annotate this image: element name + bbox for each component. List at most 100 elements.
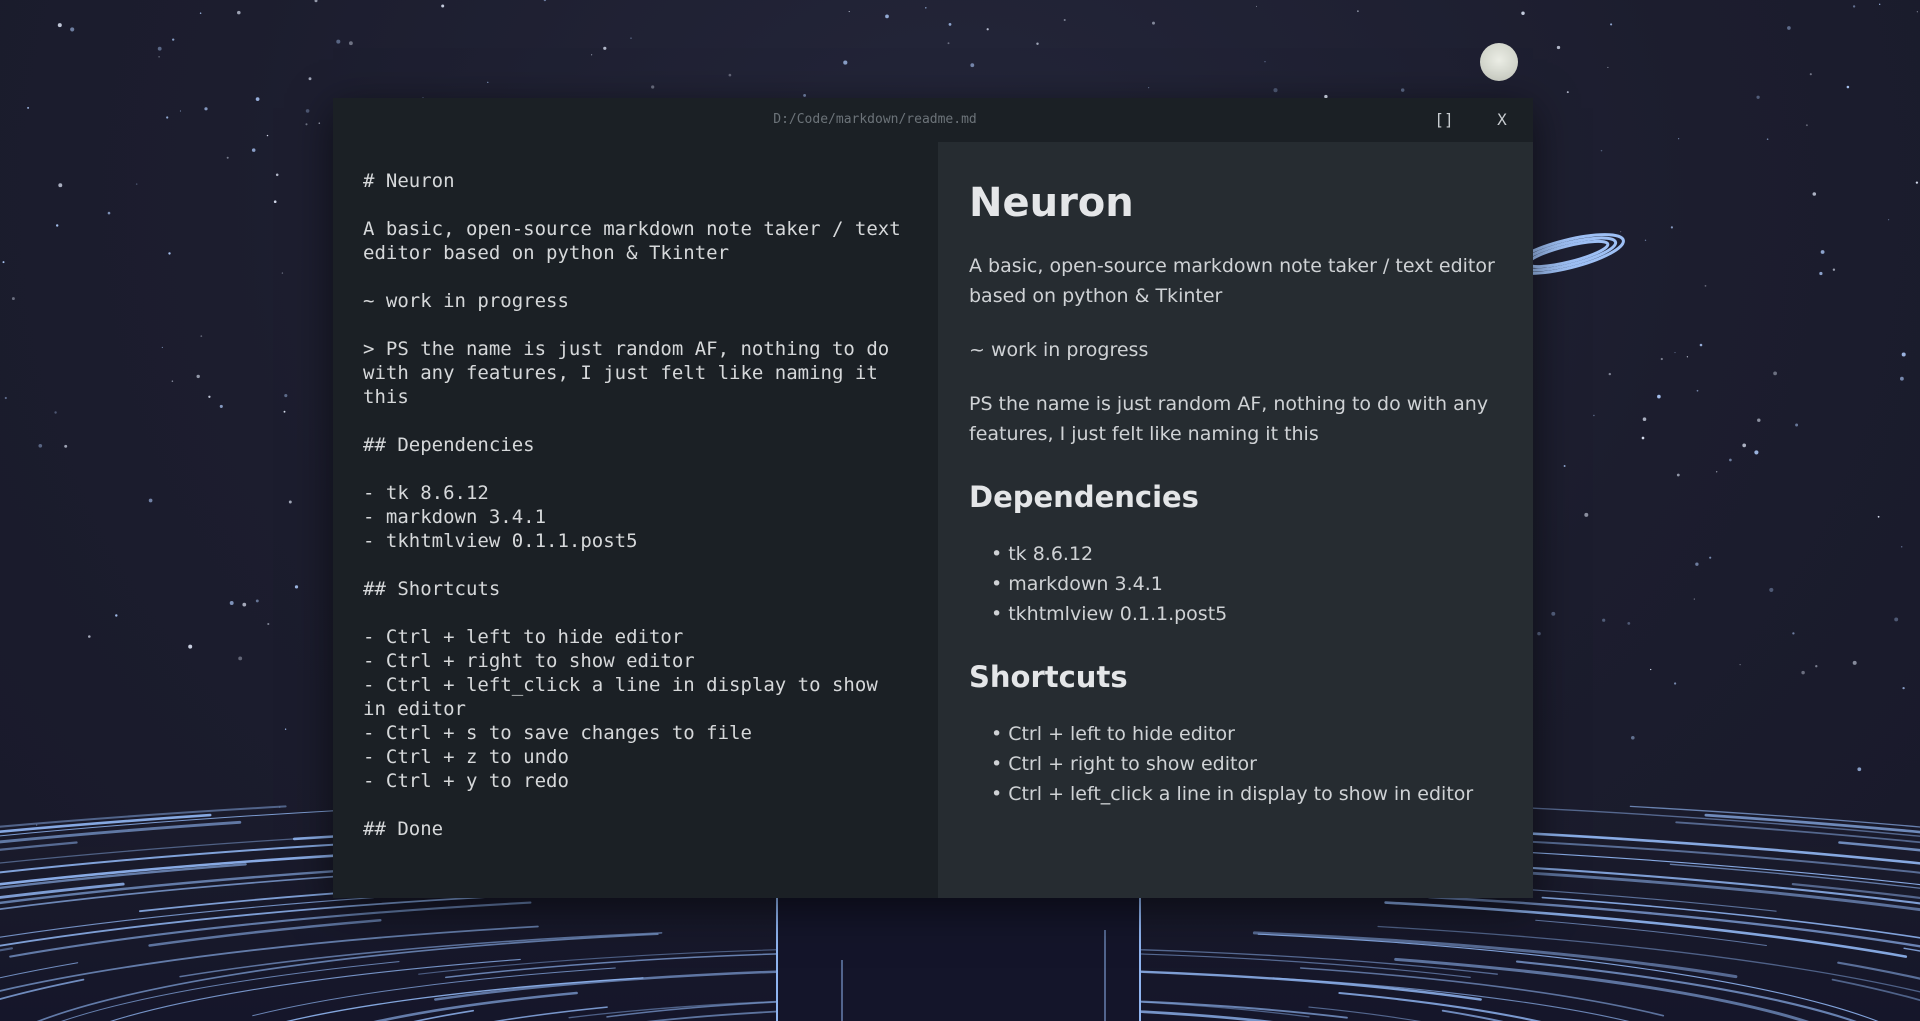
star xyxy=(1801,670,1805,675)
star xyxy=(1795,423,1799,427)
preview-shortcuts-heading: Shortcuts xyxy=(969,660,1128,694)
dependencies-list: • tk 8.6.12 • markdown 3.4.1 • tkhtmlview 0… xyxy=(969,539,1503,629)
star xyxy=(1792,632,1795,635)
star xyxy=(1877,515,1880,518)
star xyxy=(2,261,5,264)
star xyxy=(284,728,287,730)
star xyxy=(70,27,75,32)
star xyxy=(1754,450,1759,455)
star xyxy=(208,395,211,398)
star xyxy=(1901,352,1906,357)
list-item: • tk 8.6.12 xyxy=(991,539,1503,569)
star xyxy=(267,622,270,626)
star xyxy=(171,380,174,382)
star xyxy=(441,4,445,8)
star xyxy=(848,11,850,13)
star xyxy=(168,252,171,255)
star xyxy=(591,54,593,56)
star xyxy=(970,63,975,68)
star xyxy=(1264,61,1266,63)
star xyxy=(1608,372,1612,376)
star xyxy=(947,42,950,45)
star xyxy=(273,200,277,204)
list-item: • tkhtmlview 0.1.1.post5 xyxy=(991,599,1503,629)
star xyxy=(1674,352,1676,354)
star xyxy=(1832,268,1836,271)
star xyxy=(314,0,318,3)
star xyxy=(1699,343,1703,347)
star xyxy=(1756,95,1760,99)
star xyxy=(27,106,30,109)
shortcut-item: Ctrl + right to show editor xyxy=(1008,753,1257,775)
star xyxy=(1879,3,1881,5)
star xyxy=(54,411,57,414)
star xyxy=(1900,376,1904,381)
moon-icon xyxy=(1480,43,1518,81)
star xyxy=(318,122,321,124)
star xyxy=(1773,371,1777,376)
star xyxy=(1063,18,1066,22)
star xyxy=(1036,42,1039,45)
preview-intro: A basic, open-source markdown note taker… xyxy=(969,255,1495,307)
star xyxy=(1695,562,1699,566)
star xyxy=(948,23,952,26)
star xyxy=(1766,138,1769,140)
list-item: • markdown 3.4.1 xyxy=(991,569,1503,599)
markdown-editor[interactable]: # Neuron A basic, open-source markdown n… xyxy=(333,142,938,898)
star xyxy=(1716,471,1718,473)
star xyxy=(1900,546,1903,548)
close-button[interactable]: X xyxy=(1482,98,1522,142)
star xyxy=(166,116,169,119)
star xyxy=(204,107,208,111)
star xyxy=(1815,665,1818,668)
markdown-preview[interactable]: Neuron A basic, open-source markdown not… xyxy=(938,142,1533,898)
star xyxy=(64,444,68,448)
star xyxy=(1888,219,1890,221)
star xyxy=(1709,556,1712,559)
star xyxy=(1556,45,1561,50)
star xyxy=(843,60,848,65)
star xyxy=(1152,21,1155,25)
star xyxy=(1812,192,1817,196)
preview-ps: PS the name is just random AF, nothing t… xyxy=(969,393,1489,445)
star xyxy=(1610,23,1613,26)
star xyxy=(1607,66,1609,68)
star xyxy=(1644,239,1647,241)
star xyxy=(305,109,310,113)
star xyxy=(1916,11,1918,13)
star xyxy=(11,297,15,301)
star xyxy=(255,599,259,603)
star xyxy=(925,7,927,9)
star xyxy=(1566,91,1569,94)
star xyxy=(179,110,181,112)
shortcut-item: Ctrl + left to hide editor xyxy=(1008,723,1235,745)
star xyxy=(1739,663,1741,666)
star xyxy=(728,73,732,77)
preview-dependencies-heading: Dependencies xyxy=(969,480,1199,514)
star xyxy=(1696,389,1699,392)
star xyxy=(238,656,243,661)
title-bar[interactable]: D:/Code/markdown/readme.md [] X xyxy=(333,98,1533,142)
star xyxy=(1273,88,1278,93)
star xyxy=(1255,5,1258,7)
star xyxy=(630,37,632,39)
star xyxy=(188,644,193,649)
star xyxy=(1563,465,1566,467)
dependency-item: tkhtmlview 0.1.1.post5 xyxy=(1008,603,1228,625)
star xyxy=(157,46,162,51)
star xyxy=(242,602,247,607)
maximize-button[interactable]: [] xyxy=(1424,98,1464,142)
shortcuts-list: • Ctrl + left to hide editor • Ctrl + righ… xyxy=(969,719,1503,809)
star xyxy=(1657,394,1661,399)
star xyxy=(229,601,234,605)
star xyxy=(803,93,807,97)
list-item: • Ctrl + left_click a line in display to … xyxy=(991,779,1503,809)
dependency-item: markdown 3.4.1 xyxy=(1008,573,1163,595)
star xyxy=(543,0,547,2)
star xyxy=(57,23,62,28)
star xyxy=(107,211,111,215)
star xyxy=(275,173,279,177)
star xyxy=(196,374,200,379)
editor-text[interactable]: # Neuron A basic, open-source markdown n… xyxy=(333,142,938,841)
star xyxy=(1678,138,1680,140)
